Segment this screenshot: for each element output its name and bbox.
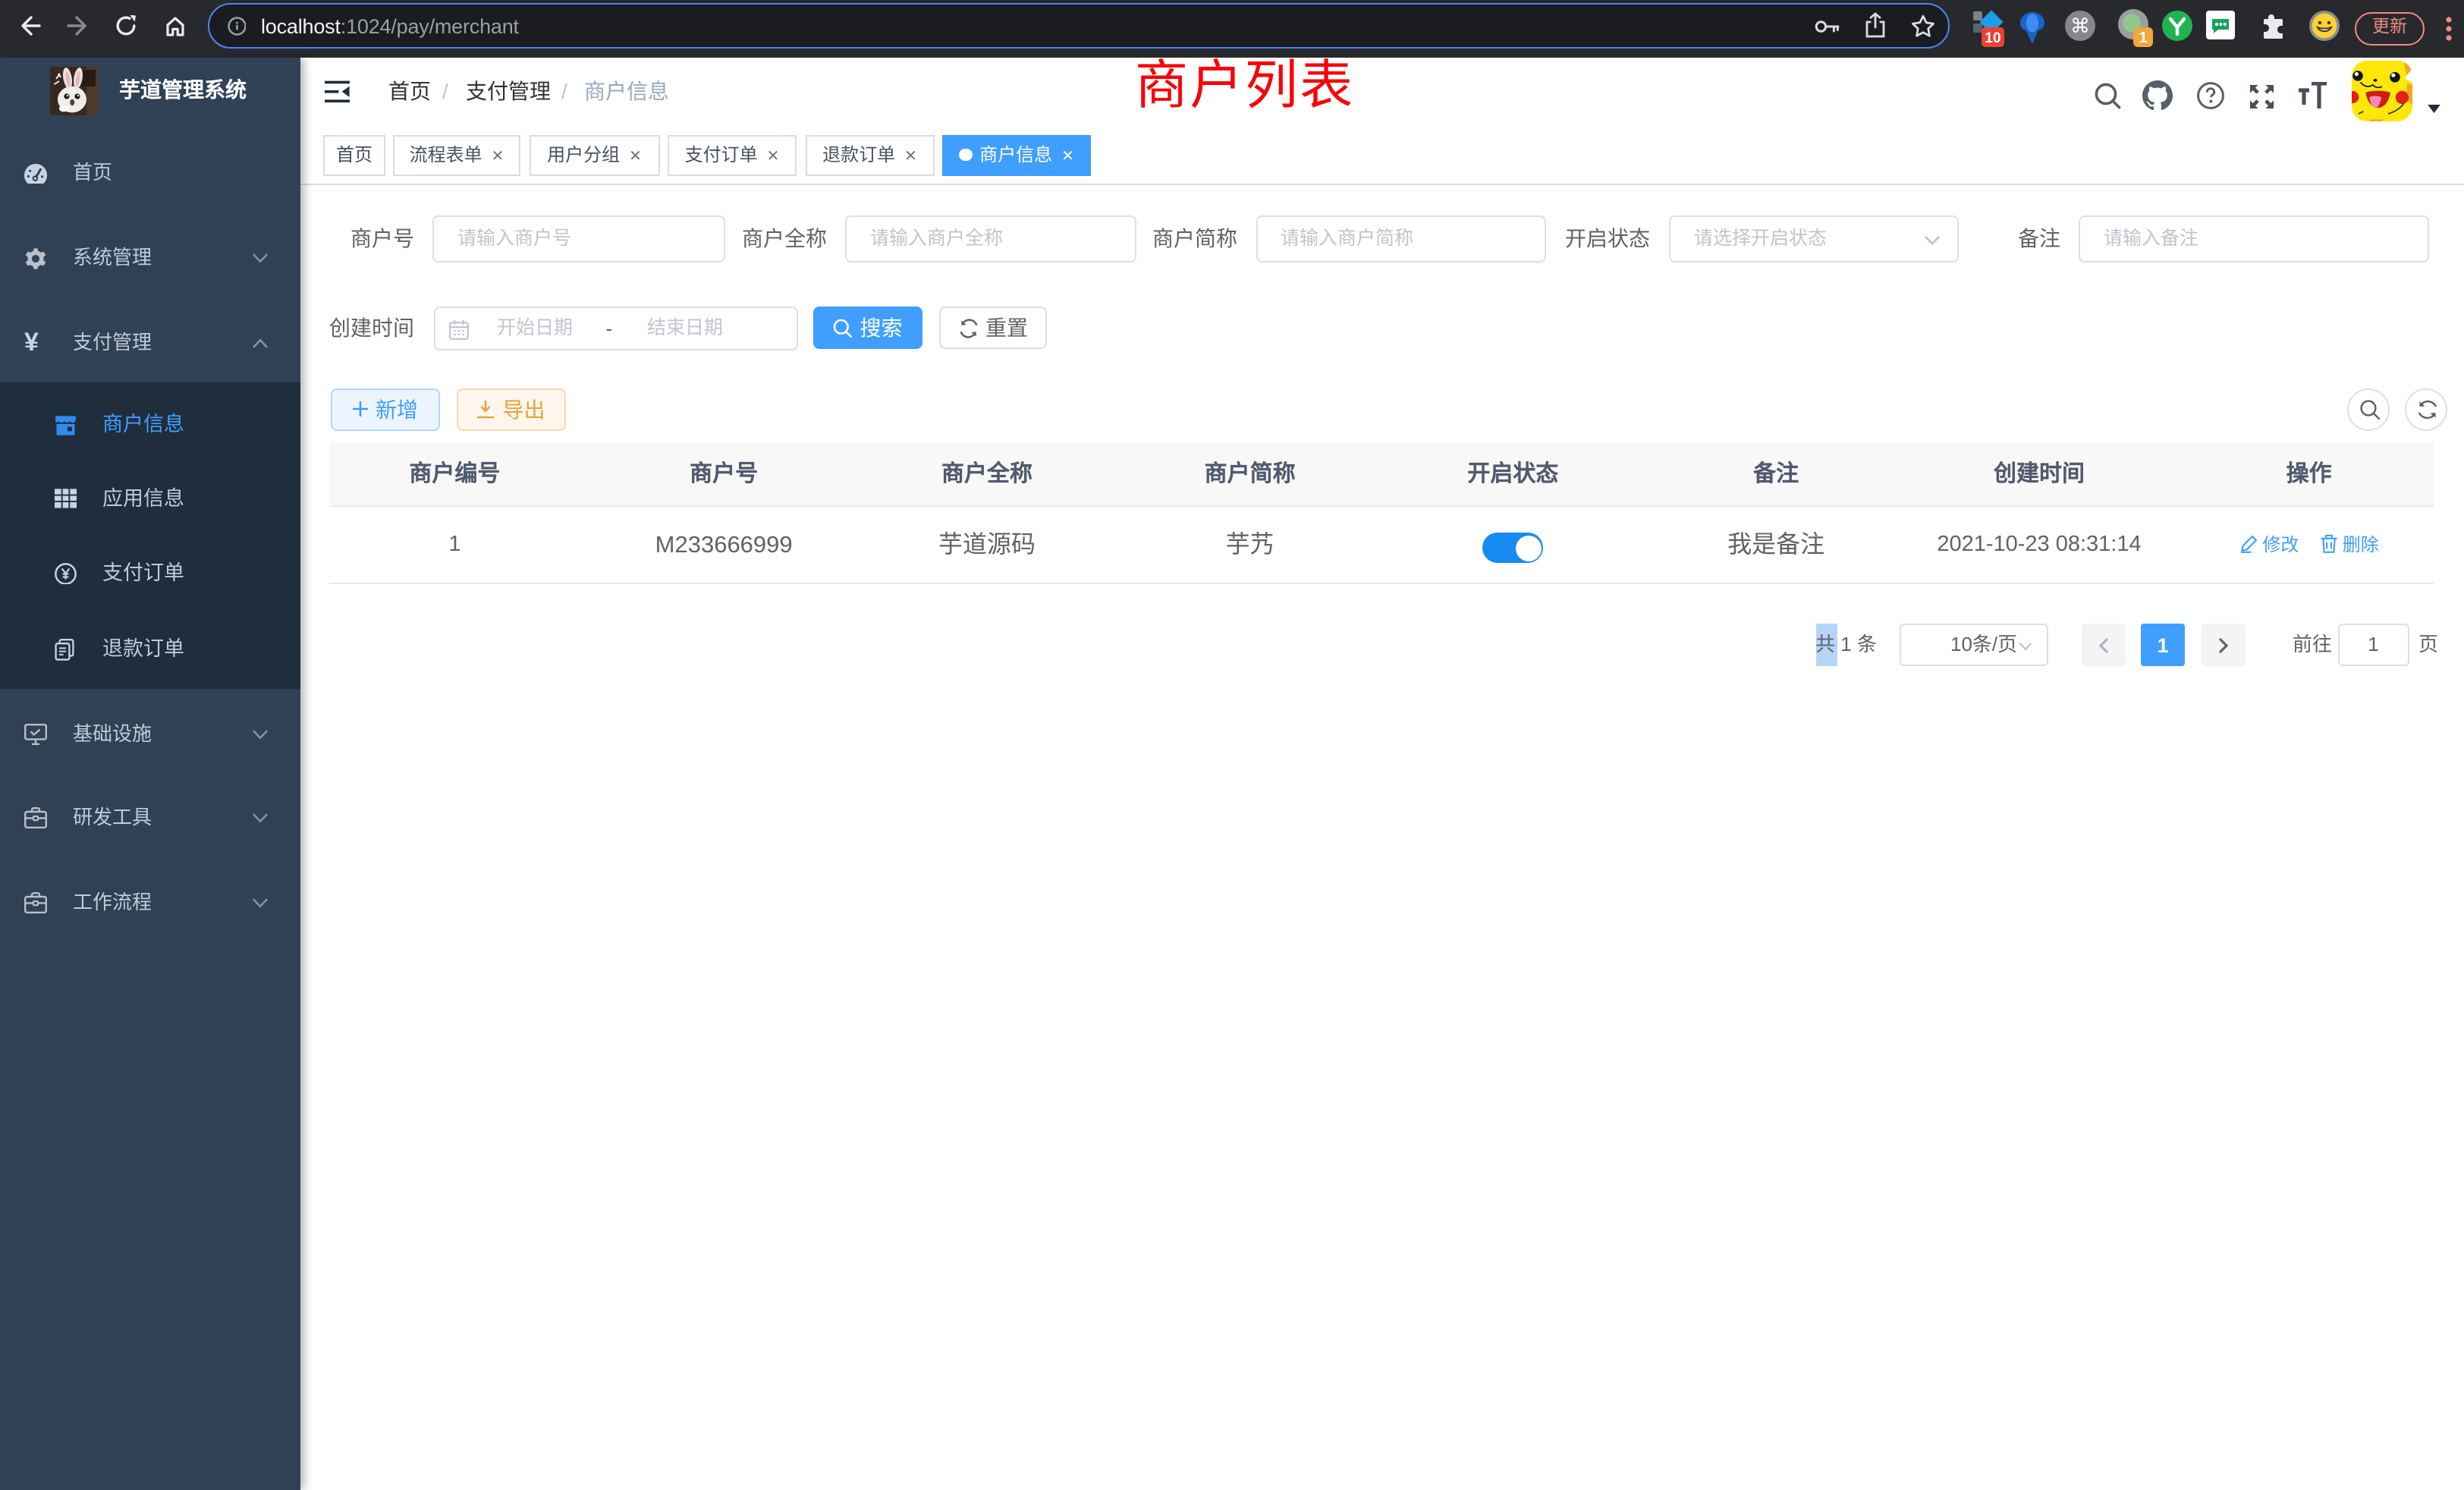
svg-text:10: 10 — [1985, 30, 2000, 46]
svg-text:1: 1 — [2139, 30, 2147, 46]
svg-text:⌘: ⌘ — [2070, 14, 2090, 37]
